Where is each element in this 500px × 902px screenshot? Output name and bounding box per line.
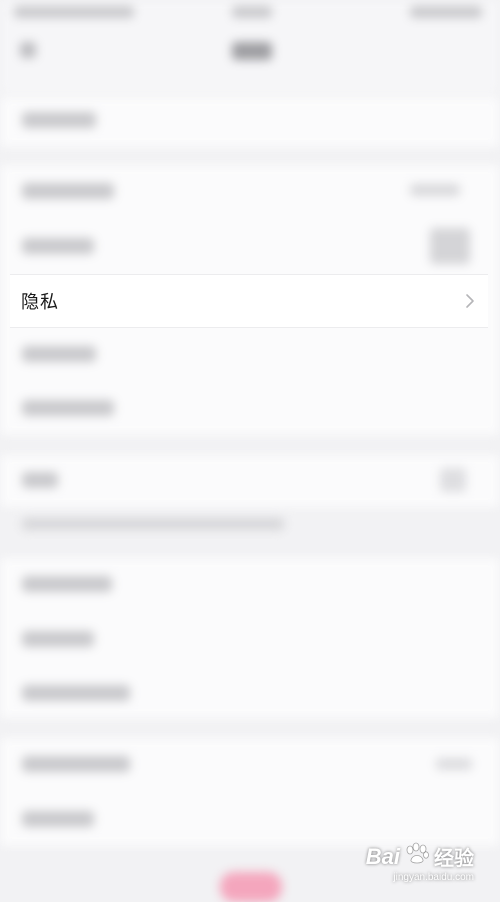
row-label-blurred (22, 112, 96, 128)
group-blurred (0, 738, 500, 846)
status-bar-blurred (14, 6, 134, 18)
row-value-blurred (410, 184, 460, 196)
bottom-button-blurred (220, 872, 282, 902)
baidu-jingyan-watermark: Bai 经验 jingyan.baidu.com (365, 842, 474, 883)
row-label-blurred (22, 400, 114, 416)
row-blurred (0, 455, 500, 507)
avatar-blurred (430, 228, 470, 264)
page-title-blurred (232, 42, 272, 60)
status-time-blurred (232, 6, 272, 18)
row-label-blurred (22, 811, 94, 827)
row-label-blurred (22, 631, 94, 647)
row-value-blurred (440, 468, 466, 492)
privacy-label: 隐私 (21, 292, 59, 313)
section-hint-blurred (22, 518, 284, 530)
chevron-right-icon (464, 293, 476, 309)
back-icon-blurred (20, 42, 36, 58)
row-label-blurred (22, 346, 96, 362)
watermark-brand-suffix: 经验 (434, 848, 474, 870)
blurred-background-ui (0, 0, 500, 902)
row-label-blurred (22, 238, 94, 254)
row-label-blurred (22, 183, 114, 199)
watermark-brand: Bai (365, 843, 400, 869)
status-battery-blurred (410, 6, 482, 18)
paw-icon (404, 842, 430, 871)
row-label-blurred (22, 685, 130, 701)
privacy-settings-row[interactable]: 隐私 (10, 274, 488, 328)
row-label-blurred (22, 576, 112, 592)
row-label-blurred (22, 756, 130, 772)
row-value-blurred (436, 758, 472, 770)
row-label-blurred (22, 472, 58, 488)
watermark-url: jingyan.baidu.com (393, 872, 474, 883)
